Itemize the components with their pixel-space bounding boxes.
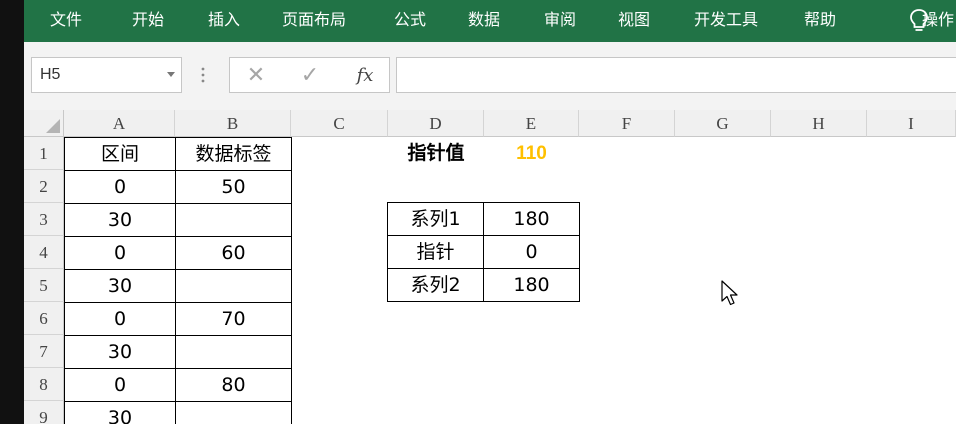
cell-a9[interactable]: 30 <box>64 401 176 424</box>
tab-formulas[interactable]: 公式 <box>394 0 426 40</box>
row-header-9[interactable]: 9 <box>24 401 64 424</box>
tell-me-label[interactable]: 操作 <box>922 0 954 40</box>
drag-handle-icon[interactable] <box>200 64 206 86</box>
cell-e3[interactable]: 180 <box>483 202 580 236</box>
row-header-2[interactable]: 2 <box>24 170 64 203</box>
tab-page-layout[interactable]: 页面布局 <box>282 0 346 40</box>
column-header-i[interactable]: I <box>867 110 956 137</box>
cancel-icon[interactable]: ✕ <box>242 62 270 90</box>
cell-b2[interactable]: 50 <box>175 170 292 204</box>
tab-review[interactable]: 审阅 <box>544 0 576 40</box>
enter-check-icon[interactable]: ✓ <box>296 62 324 90</box>
cell-b8[interactable]: 80 <box>175 368 292 402</box>
cell-b6[interactable]: 70 <box>175 302 292 336</box>
pointer-value[interactable]: 110 <box>484 137 579 170</box>
cell-a3[interactable]: 30 <box>64 203 176 237</box>
tab-insert[interactable]: 插入 <box>208 0 240 40</box>
row-header-7[interactable]: 7 <box>24 335 64 368</box>
tab-view[interactable]: 视图 <box>618 0 650 40</box>
column-header-a[interactable]: A <box>64 110 175 137</box>
column-header-g[interactable]: G <box>675 110 771 137</box>
cell-e4[interactable]: 0 <box>483 235 580 269</box>
column-header-b[interactable]: B <box>175 110 291 137</box>
formula-buttons: ✕ ✓ fx <box>229 57 390 93</box>
cell-a1-header[interactable]: 区间 <box>64 137 176 171</box>
cell-a4[interactable]: 0 <box>64 236 176 270</box>
cell-d4[interactable]: 指针 <box>387 235 484 269</box>
cell-b9[interactable] <box>175 401 292 424</box>
cell-a2[interactable]: 0 <box>64 170 176 204</box>
column-header-e[interactable]: E <box>484 110 579 137</box>
formula-input[interactable] <box>396 57 956 93</box>
column-header-d[interactable]: D <box>388 110 484 137</box>
pointer-value-label[interactable]: 指针值 <box>388 137 484 170</box>
tab-data[interactable]: 数据 <box>468 0 500 40</box>
tab-file[interactable]: 文件 <box>50 0 82 40</box>
column-header-h[interactable]: H <box>771 110 867 137</box>
spreadsheet-grid: A B C D E F G H I 1 2 3 4 5 6 7 8 9 区间 数… <box>24 110 956 424</box>
row-header-1[interactable]: 1 <box>24 137 64 170</box>
cell-b3[interactable] <box>175 203 292 237</box>
tab-help[interactable]: 帮助 <box>804 0 836 40</box>
column-header-f[interactable]: F <box>579 110 675 137</box>
select-all-button[interactable] <box>24 110 64 137</box>
cell-a6[interactable]: 0 <box>64 302 176 336</box>
cell-a7[interactable]: 30 <box>64 335 176 369</box>
row-header-6[interactable]: 6 <box>24 302 64 335</box>
left-dark-strip <box>0 0 24 424</box>
cell-d3[interactable]: 系列1 <box>387 202 484 236</box>
name-box[interactable]: H5 <box>31 57 182 93</box>
cell-b7[interactable] <box>175 335 292 369</box>
row-header-3[interactable]: 3 <box>24 203 64 236</box>
row-header-4[interactable]: 4 <box>24 236 64 269</box>
row-header-8[interactable]: 8 <box>24 368 64 401</box>
cell-b5[interactable] <box>175 269 292 303</box>
cell-b4[interactable]: 60 <box>175 236 292 270</box>
cell-b1-header[interactable]: 数据标签 <box>175 137 292 171</box>
mouse-pointer-icon <box>721 280 738 306</box>
cell-d5[interactable]: 系列2 <box>387 268 484 302</box>
select-all-triangle-icon <box>46 119 60 133</box>
name-box-value: H5 <box>40 66 61 83</box>
tab-developer[interactable]: 开发工具 <box>694 0 758 40</box>
column-header-c[interactable]: C <box>291 110 388 137</box>
cell-a8[interactable]: 0 <box>64 368 176 402</box>
row-header-5[interactable]: 5 <box>24 269 64 302</box>
cell-a5[interactable]: 30 <box>64 269 176 303</box>
ribbon-tabs-bar: 文件 开始 插入 页面布局 公式 数据 审阅 视图 开发工具 帮助 操作 <box>24 0 956 42</box>
tab-home[interactable]: 开始 <box>132 0 164 40</box>
chevron-down-icon[interactable] <box>167 72 175 77</box>
cell-e5[interactable]: 180 <box>483 268 580 302</box>
insert-function-icon[interactable]: fx <box>350 62 380 90</box>
